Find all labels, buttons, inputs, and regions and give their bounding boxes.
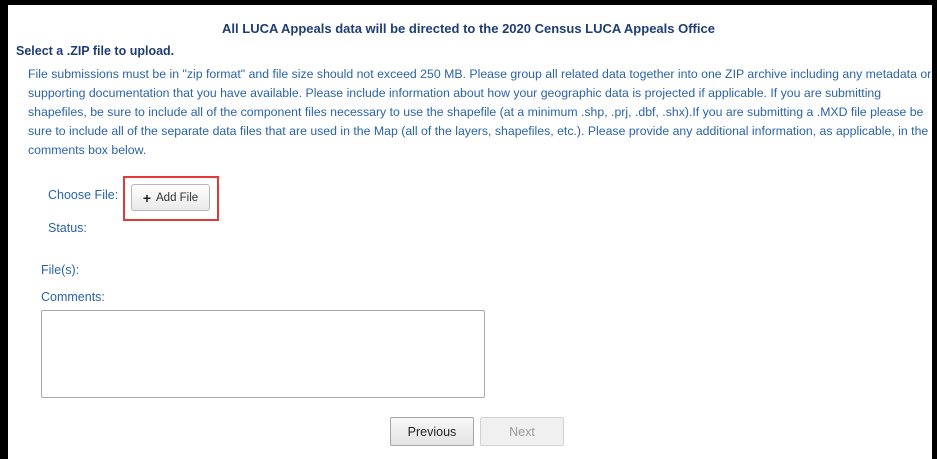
page-title: All LUCA Appeals data will be directed t… [222,21,715,36]
comments-label: Comments: [41,290,105,304]
previous-button[interactable]: Previous [390,417,474,446]
add-file-label: Add File [156,191,199,204]
next-button: Next [480,417,564,446]
plus-icon: + [142,189,151,206]
files-label: File(s): [41,263,80,277]
status-label: Status: [48,221,87,235]
add-file-button[interactable]: + Add File [131,184,210,211]
choose-file-label: Choose File: [48,188,119,202]
section-title: Select a .ZIP file to upload. [16,44,175,58]
upload-instructions: File submissions must be in "zip format"… [28,67,932,157]
comments-textarea[interactable] [41,310,485,398]
